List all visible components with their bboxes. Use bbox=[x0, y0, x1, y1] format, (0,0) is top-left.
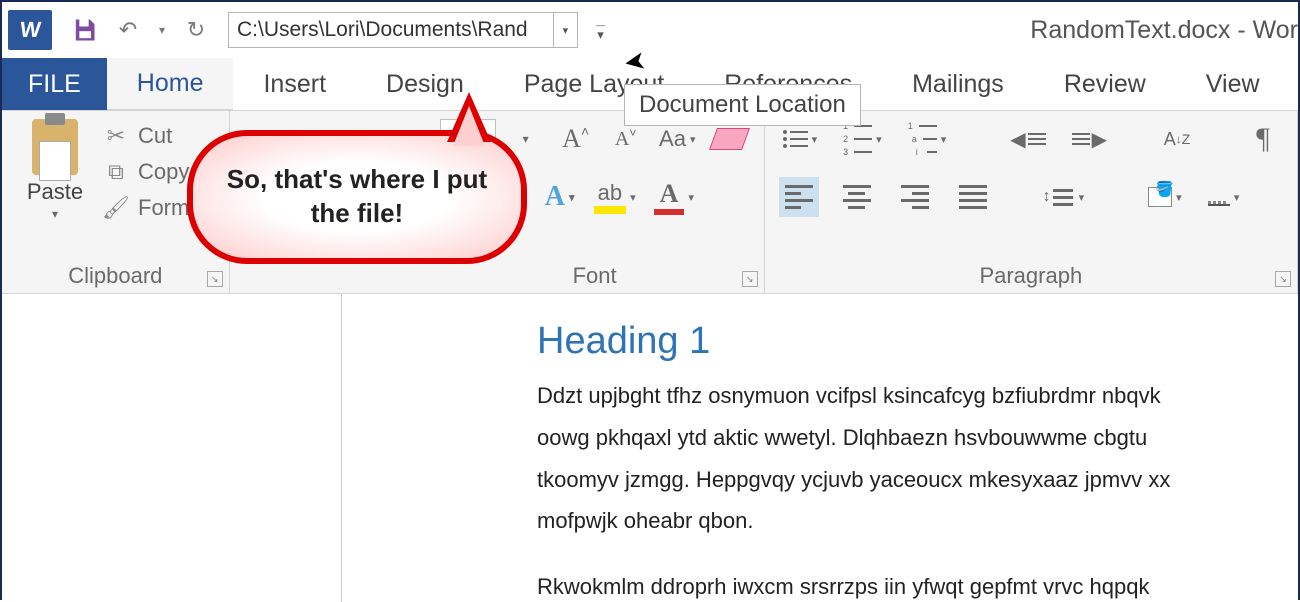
font-dialog-launcher[interactable]: ↘ bbox=[742, 271, 758, 287]
align-right-icon bbox=[901, 185, 929, 209]
heading-1: Heading 1 bbox=[537, 320, 1298, 363]
format-painter-label: Form bbox=[138, 195, 189, 221]
paintbrush-icon: 🖌 bbox=[102, 195, 130, 221]
align-left-icon bbox=[785, 185, 813, 209]
document-location-input[interactable] bbox=[229, 13, 553, 47]
clipboard-icon bbox=[32, 119, 78, 175]
paragraph-group-label: Paragraph bbox=[779, 259, 1283, 289]
customize-qat-dropdown[interactable]: —▾ bbox=[596, 20, 605, 40]
annotation-text: So, that's where I put the file! bbox=[217, 163, 497, 231]
line-spacing-button[interactable]: ↕ bbox=[1039, 177, 1089, 217]
undo-button[interactable]: ↶ bbox=[110, 12, 146, 48]
tab-view[interactable]: View bbox=[1176, 58, 1290, 110]
window-title: RandomText.docx - Wor bbox=[1030, 2, 1298, 58]
word-app-icon: W bbox=[8, 10, 52, 50]
align-center-icon bbox=[843, 185, 871, 209]
save-button[interactable] bbox=[66, 12, 102, 48]
show-hide-button[interactable]: ¶ bbox=[1243, 119, 1283, 159]
font-color-button[interactable]: A bbox=[650, 177, 698, 217]
grow-font-button[interactable]: A˄ bbox=[556, 119, 596, 159]
multilevel-icon: 1ai bbox=[908, 121, 937, 157]
navigation-pane-gutter bbox=[2, 294, 342, 602]
title-bar: W ↶ ▾ ↻ ▾ —▾ RandomText.docx - Wor bbox=[2, 2, 1298, 58]
copy-label: Copy bbox=[138, 159, 189, 185]
eraser-icon bbox=[709, 128, 750, 150]
tab-insert[interactable]: Insert bbox=[233, 58, 356, 110]
highlight-button[interactable]: ab bbox=[590, 177, 640, 217]
change-case-label: Aa bbox=[659, 126, 686, 152]
paste-dropdown-icon[interactable]: ▾ bbox=[52, 207, 58, 221]
group-paragraph: 123 1ai ◀ ▶ A↓Z ¶ ↕ bbox=[765, 111, 1298, 293]
annotation-callout: So, that's where I put the file! bbox=[187, 130, 527, 264]
decrease-indent-button[interactable]: ◀ bbox=[1006, 119, 1049, 159]
justify-button[interactable] bbox=[953, 177, 993, 217]
sort-button[interactable]: A↓Z bbox=[1157, 119, 1197, 159]
paragraph-dialog-launcher[interactable]: ↘ bbox=[1275, 271, 1291, 287]
tooltip: Document Location bbox=[624, 84, 861, 126]
body-paragraph: Rkwokmlm ddroprh iwxcm srsrrzps iin yfwq… bbox=[537, 566, 1298, 602]
copy-icon: ⧉ bbox=[102, 159, 130, 185]
borders-icon bbox=[1208, 188, 1230, 206]
align-right-button[interactable] bbox=[895, 177, 935, 217]
document-location-dropdown[interactable]: ▾ bbox=[553, 13, 577, 47]
text-effects-button[interactable]: A bbox=[540, 177, 580, 217]
highlight-icon: ab bbox=[594, 180, 626, 214]
document-location-box[interactable]: ▾ bbox=[228, 12, 578, 48]
font-color-icon: A bbox=[654, 179, 685, 215]
cut-button[interactable]: ✂ Cut bbox=[102, 123, 189, 149]
bullets-icon bbox=[783, 130, 808, 148]
shading-button[interactable]: 🪣 bbox=[1144, 177, 1186, 217]
tab-home[interactable]: Home bbox=[107, 58, 234, 110]
align-left-button[interactable] bbox=[779, 177, 819, 217]
borders-button[interactable] bbox=[1204, 177, 1244, 217]
document-page[interactable]: Heading 1 Ddzt upjbght tfhz osnymuon vci… bbox=[342, 294, 1298, 602]
align-center-button[interactable] bbox=[837, 177, 877, 217]
multilevel-list-button[interactable]: 1ai bbox=[904, 119, 951, 159]
tab-mailings[interactable]: Mailings bbox=[882, 58, 1034, 110]
undo-dropdown[interactable]: ▾ bbox=[154, 12, 170, 48]
format-painter-button[interactable]: 🖌 Form bbox=[102, 195, 189, 221]
scissors-icon: ✂ bbox=[102, 123, 130, 149]
numbering-icon: 123 bbox=[843, 121, 872, 157]
copy-button[interactable]: ⧉ Copy bbox=[102, 159, 189, 185]
tab-file[interactable]: FILE bbox=[2, 58, 107, 110]
body-paragraph: Ddzt upjbght tfhz osnymuon vcifpsl ksinc… bbox=[537, 375, 1298, 542]
increase-indent-button[interactable]: ▶ bbox=[1068, 119, 1111, 159]
tab-review[interactable]: Review bbox=[1034, 58, 1176, 110]
clipboard-group-label: Clipboard bbox=[16, 259, 215, 289]
shading-icon: 🪣 bbox=[1148, 187, 1172, 207]
paste-button[interactable]: Paste ▾ bbox=[16, 119, 94, 221]
cut-label: Cut bbox=[138, 123, 172, 149]
justify-icon bbox=[959, 185, 987, 209]
line-spacing-icon bbox=[1053, 189, 1073, 206]
document-area: Heading 1 Ddzt upjbght tfhz osnymuon vci… bbox=[2, 294, 1298, 602]
clipboard-dialog-launcher[interactable]: ↘ bbox=[207, 271, 223, 287]
redo-button[interactable]: ↻ bbox=[178, 12, 214, 48]
paste-label: Paste bbox=[27, 179, 83, 205]
